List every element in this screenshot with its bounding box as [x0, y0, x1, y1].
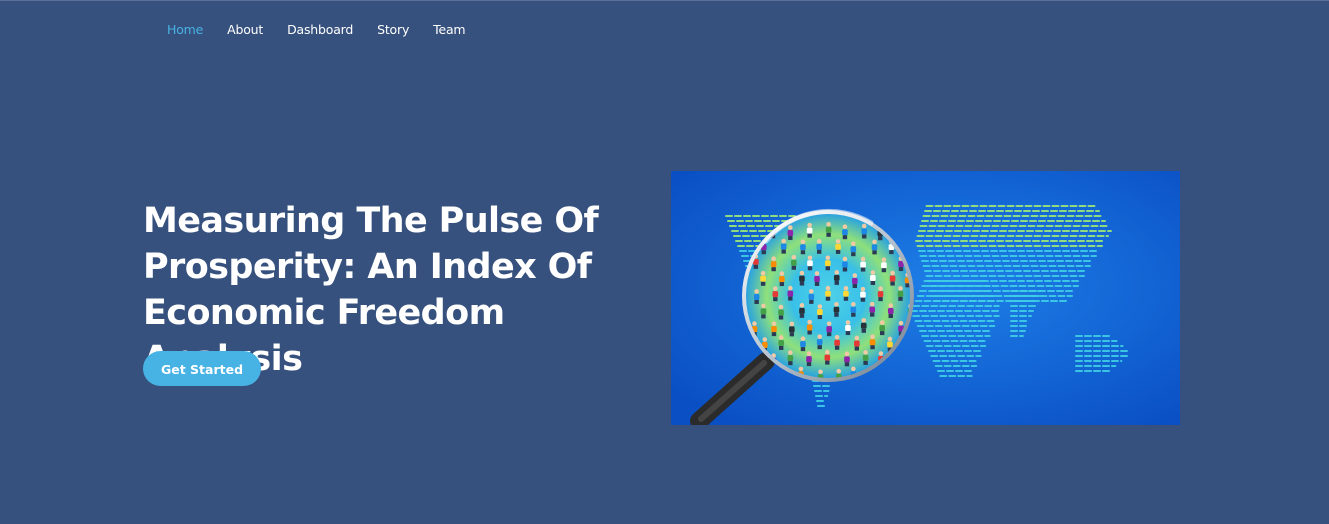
person-figure: [760, 270, 766, 286]
person-figure: [787, 350, 794, 366]
person-figure: [826, 321, 832, 337]
person-figure: [814, 271, 820, 286]
person-figure: [860, 318, 867, 333]
person-figure: [799, 270, 805, 286]
person-figure: [869, 301, 876, 317]
person-figure: [824, 349, 831, 365]
nav-dashboard[interactable]: Dashboard: [287, 21, 353, 39]
person-figure: [787, 285, 794, 301]
person-figure: [877, 286, 884, 302]
person-figure: [887, 303, 894, 319]
person-figure: [791, 254, 797, 270]
get-started-button[interactable]: Get Started: [143, 351, 261, 386]
person-figure: [842, 256, 848, 272]
person-figure: [871, 239, 878, 255]
nav-team[interactable]: Team: [433, 21, 465, 39]
person-figure: [825, 255, 831, 271]
person-figure: [879, 320, 886, 336]
world-map-magnifier-illustration: [671, 171, 1180, 425]
person-figure: [860, 286, 866, 302]
person-figure: [835, 239, 841, 254]
person-figure: [842, 224, 848, 240]
person-figure: [817, 304, 823, 320]
person-figure: [860, 256, 866, 272]
person-figure: [850, 241, 857, 257]
person-figure: [825, 285, 831, 301]
person-figure: [780, 238, 787, 254]
person-figure: [870, 270, 876, 286]
person-figure: [816, 334, 823, 350]
person-figure: [881, 257, 887, 273]
person-figure: [806, 222, 813, 238]
person-figure: [807, 255, 813, 271]
person-figure: [843, 285, 849, 301]
person-figure: [825, 222, 832, 237]
person-figure: [778, 304, 784, 320]
person-figure: [787, 225, 794, 241]
person-figure: [844, 351, 850, 367]
person-figure: [861, 223, 868, 239]
person-figure: [806, 351, 812, 367]
person-figure: [862, 350, 869, 365]
person-figure: [800, 336, 806, 352]
person-figure: [753, 289, 760, 304]
person-figure: [806, 319, 813, 335]
person-figure: [833, 270, 840, 285]
person-figure: [760, 303, 767, 319]
nav-story[interactable]: Story: [377, 21, 409, 39]
person-figure: [808, 289, 815, 304]
person-figure: [789, 321, 795, 337]
person-figure: [800, 239, 806, 255]
person-figure: [779, 271, 785, 287]
person-figure: [852, 273, 858, 288]
page: Home About Dashboard Story Team Measurin…: [0, 0, 1329, 524]
person-figure: [845, 320, 851, 336]
person-figure: [772, 286, 779, 302]
person-figure: [850, 301, 857, 317]
nav-about[interactable]: About: [227, 21, 263, 39]
person-figure: [816, 239, 822, 254]
top-nav: Home About Dashboard Story Team: [167, 21, 489, 39]
person-figure: [770, 256, 777, 272]
person-figure: [799, 303, 805, 318]
person-figure: [869, 334, 876, 350]
person-figure: [854, 335, 860, 351]
hero-image: [671, 171, 1180, 425]
person-figure: [834, 334, 840, 350]
nav-home[interactable]: Home: [167, 21, 203, 39]
person-figure: [833, 302, 840, 317]
person-figure: [778, 335, 785, 350]
person-figure: [889, 270, 896, 286]
person-figure: [897, 286, 904, 301]
person-figure: [771, 321, 777, 337]
